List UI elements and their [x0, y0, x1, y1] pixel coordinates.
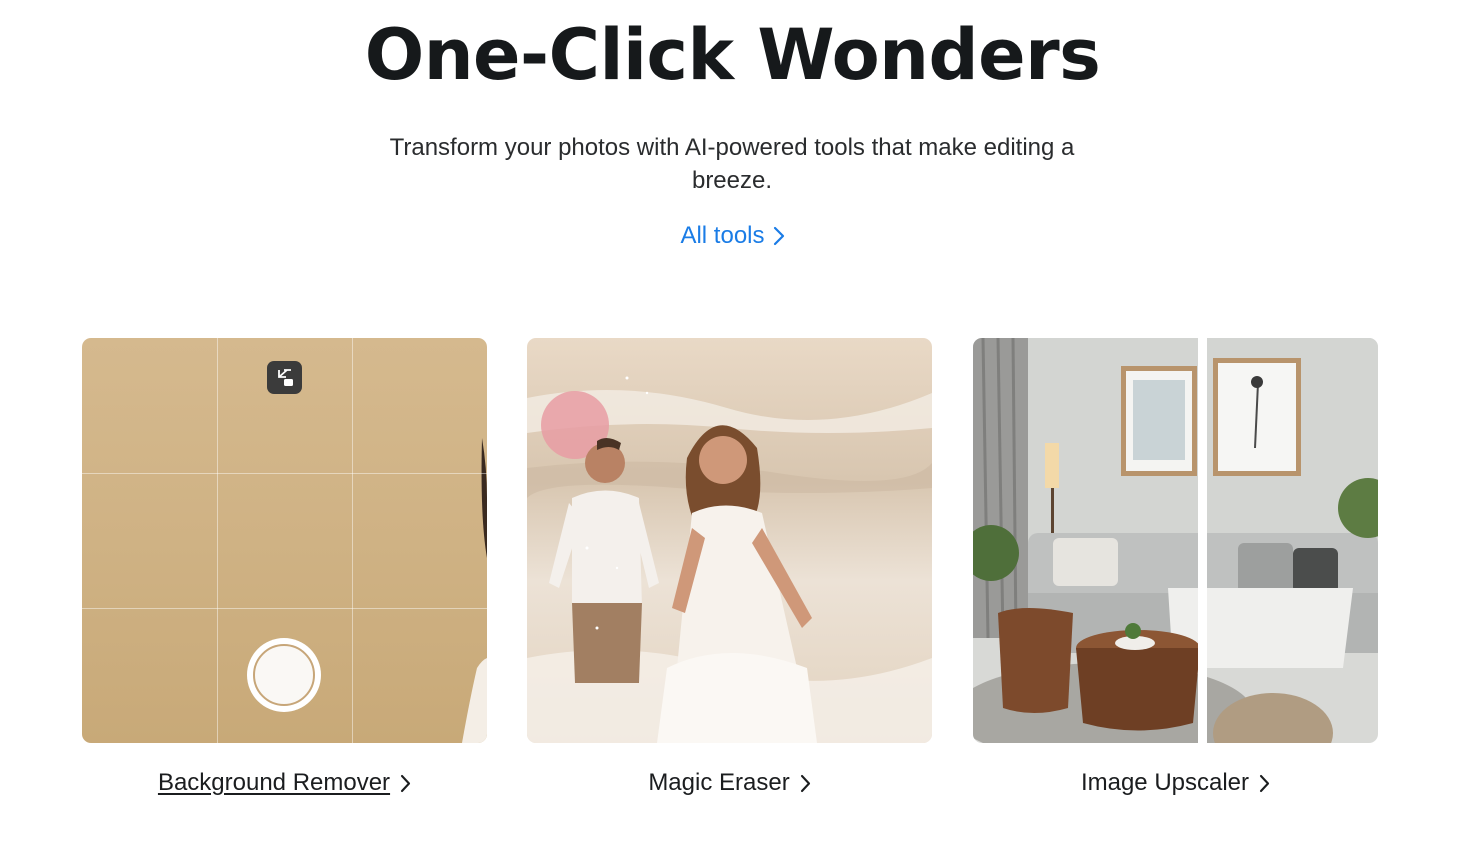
chevron-right-icon: [401, 774, 411, 792]
background-remover-card[interactable]: [82, 338, 487, 743]
image-upscaler-link[interactable]: Image Upscaler: [973, 766, 1378, 800]
grid-line: [217, 338, 218, 743]
chevron-right-icon: [773, 226, 784, 246]
magic-eraser-card[interactable]: [527, 338, 932, 743]
page-subtitle: Transform your photos with AI-powered to…: [389, 134, 1075, 194]
magic-eraser-link[interactable]: Magic Eraser: [527, 766, 932, 800]
background-remover-label: Background Remover: [157, 769, 391, 796]
chevron-right-icon: [800, 774, 810, 792]
all-tools-label: All tools: [680, 222, 765, 249]
grid-line: [82, 473, 487, 474]
shutter-inner: [253, 644, 315, 706]
shutter-button[interactable]: [247, 638, 321, 712]
all-tools-link[interactable]: All tools: [0, 220, 1465, 252]
page-title: One-Click Wonders: [364, 14, 1101, 96]
page: One-Click Wonders Transform your photos …: [0, 0, 1465, 847]
chevron-right-icon: [1259, 774, 1270, 792]
grid-line: [82, 608, 487, 609]
magic-eraser-label: Magic Eraser: [648, 769, 790, 796]
image-upscaler-card[interactable]: [973, 338, 1378, 743]
image-upscaler-preview-image: [973, 338, 1378, 743]
magic-eraser-preview-image: [527, 338, 932, 743]
grid-line: [352, 338, 353, 743]
background-remover-link[interactable]: Background Remover: [82, 766, 487, 800]
swap-camera-icon: [277, 368, 293, 386]
image-upscaler-label: Image Upscaler: [1080, 769, 1250, 796]
swap-camera-button[interactable]: [267, 361, 302, 394]
